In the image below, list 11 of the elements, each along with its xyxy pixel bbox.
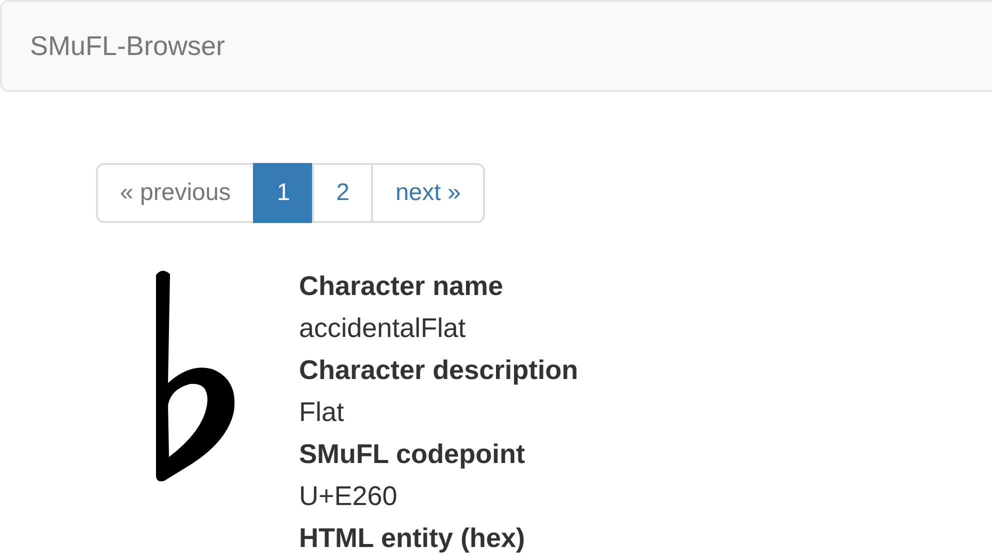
field-value: U+E260 — [299, 480, 398, 513]
field-label: Character name — [299, 270, 504, 303]
field-label: Character description — [299, 354, 578, 387]
pagination-link[interactable]: 2 — [312, 163, 374, 223]
pagination-link[interactable]: next » — [371, 163, 485, 223]
brand-link[interactable]: SMuFL-Browser — [30, 30, 226, 62]
pagination-link[interactable]: 1 — [252, 163, 314, 223]
field-value: Flat — [299, 396, 346, 429]
field-value: accidentalFlat — [299, 312, 467, 345]
field-label: SMuFL codepoint — [299, 438, 526, 471]
field-label: HTML entity (hex) — [299, 522, 526, 555]
